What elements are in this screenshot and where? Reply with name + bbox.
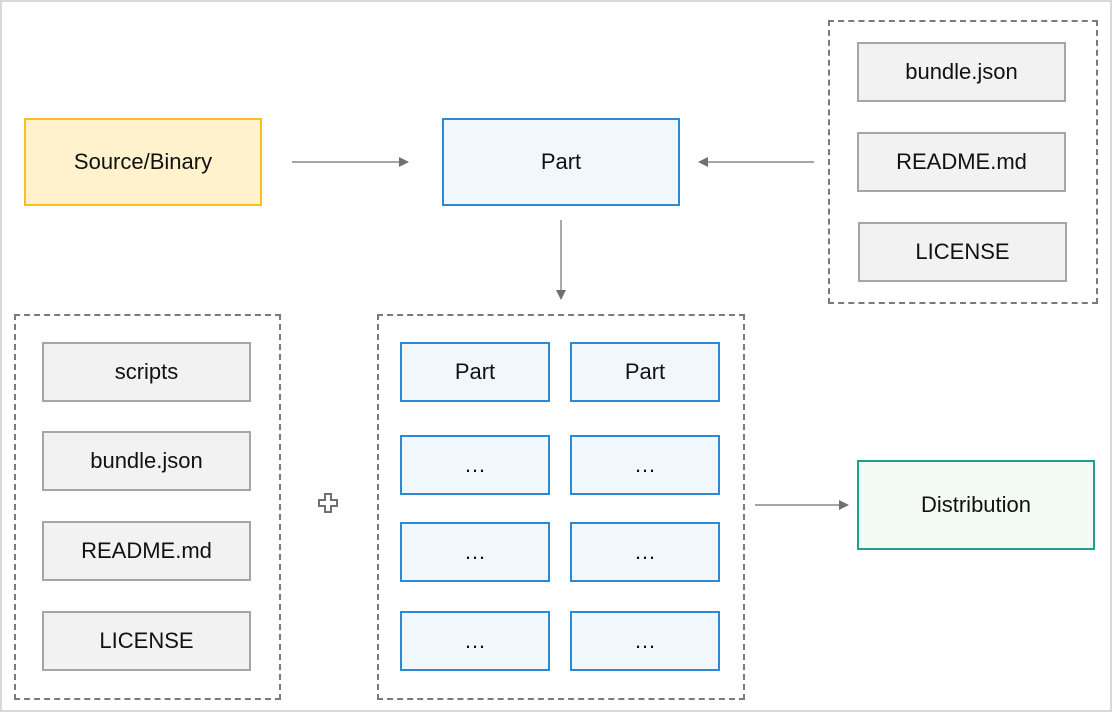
grid-part: … bbox=[570, 611, 720, 671]
grid-part: … bbox=[400, 435, 550, 495]
grid-part: … bbox=[400, 611, 550, 671]
file-label: bundle.json bbox=[90, 448, 203, 473]
grid-part-label: … bbox=[464, 628, 486, 653]
source-binary-label: Source/Binary bbox=[73, 149, 213, 174]
part-box: Part bbox=[442, 118, 680, 206]
grid-part: … bbox=[570, 435, 720, 495]
plus-icon bbox=[318, 493, 338, 513]
diagram-canvas: Source/Binary Part bundle.json README.md… bbox=[0, 0, 1112, 712]
dist-metadata-bundle-json: bundle.json bbox=[42, 431, 251, 491]
part-metadata-bundle-json: bundle.json bbox=[857, 42, 1066, 102]
file-label: scripts bbox=[114, 359, 179, 384]
grid-part-label: … bbox=[634, 452, 656, 477]
grid-part-label: … bbox=[464, 539, 486, 564]
grid-part: Part bbox=[570, 342, 720, 402]
file-label: README.md bbox=[896, 149, 1027, 174]
grid-part: Part bbox=[400, 342, 550, 402]
file-label: README.md bbox=[81, 538, 212, 563]
dist-metadata-scripts: scripts bbox=[42, 342, 251, 402]
dist-metadata-license: LICENSE bbox=[42, 611, 251, 671]
distribution-box: Distribution bbox=[857, 460, 1095, 550]
grid-part-label: … bbox=[634, 539, 656, 564]
file-label: bundle.json bbox=[905, 59, 1018, 84]
grid-part: … bbox=[400, 522, 550, 582]
dist-metadata-readme: README.md bbox=[42, 521, 251, 581]
grid-part-label: … bbox=[634, 628, 656, 653]
distribution-label: Distribution bbox=[920, 492, 1032, 517]
grid-part: … bbox=[570, 522, 720, 582]
grid-part-label: Part bbox=[624, 359, 666, 384]
part-metadata-license: LICENSE bbox=[858, 222, 1067, 282]
grid-part-label: Part bbox=[454, 359, 496, 384]
file-label: LICENSE bbox=[915, 239, 1010, 264]
source-binary-box: Source/Binary bbox=[24, 118, 262, 206]
grid-part-label: … bbox=[464, 452, 486, 477]
file-label: LICENSE bbox=[99, 628, 194, 653]
part-label: Part bbox=[540, 149, 582, 174]
part-metadata-readme: README.md bbox=[857, 132, 1066, 192]
